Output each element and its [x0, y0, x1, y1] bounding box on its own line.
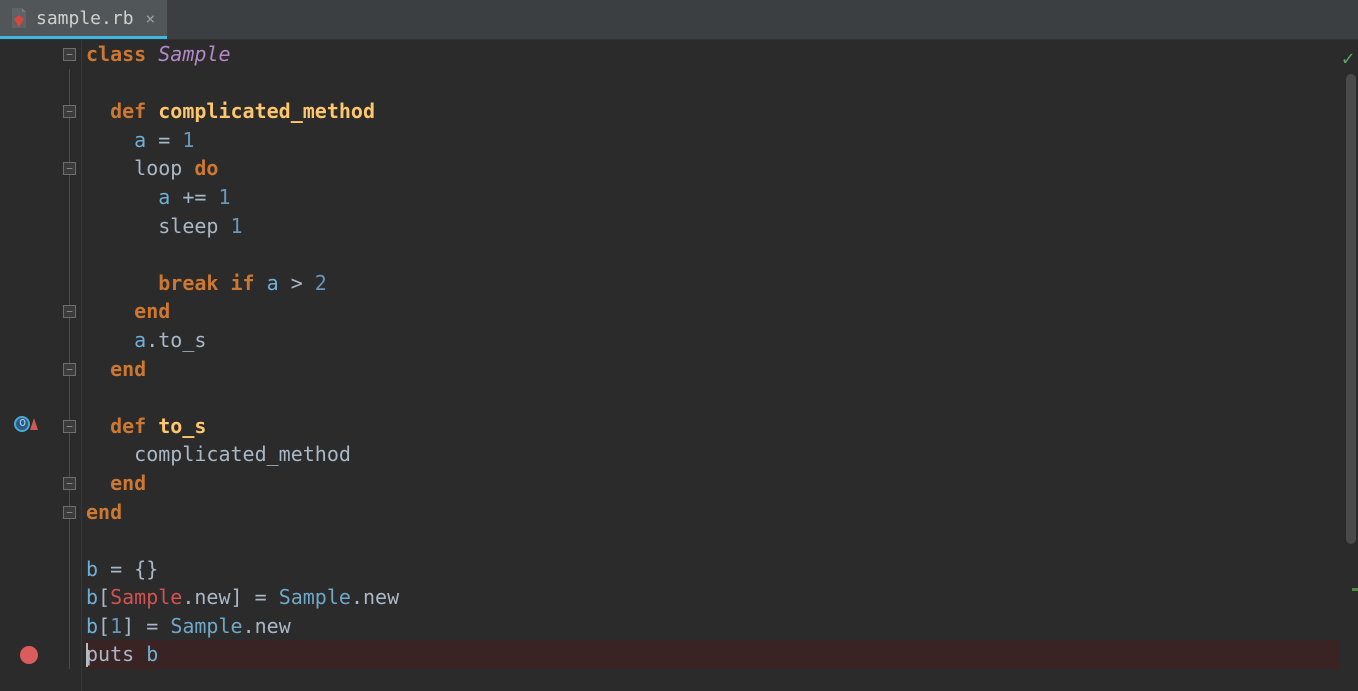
code-line[interactable]: end — [86, 498, 1340, 527]
fold-close-icon[interactable]: − — [63, 477, 76, 490]
code-line[interactable]: b[1] = Sample.new — [86, 612, 1340, 641]
close-icon[interactable]: × — [146, 9, 156, 28]
code-line[interactable]: a += 1 — [86, 183, 1340, 212]
fold-close-icon[interactable]: − — [63, 305, 76, 318]
breakpoint-icon[interactable] — [20, 646, 38, 664]
fold-close-icon[interactable]: − — [63, 506, 76, 519]
code-line[interactable]: a.to_s — [86, 326, 1340, 355]
code-area[interactable]: class Sample def complicated_method a = … — [82, 40, 1340, 691]
code-line[interactable]: def complicated_method — [86, 97, 1340, 126]
scrollbar-thumb[interactable] — [1346, 74, 1356, 544]
fold-open-icon[interactable]: − — [63, 48, 76, 61]
tab-bar: sample.rb × — [0, 0, 1358, 40]
code-line[interactable]: break if a > 2 — [86, 269, 1340, 298]
code-line[interactable]: class Sample — [86, 40, 1340, 69]
code-line[interactable]: b = {} — [86, 555, 1340, 584]
analysis-ok-icon: ✓ — [1342, 46, 1354, 70]
code-line[interactable] — [86, 383, 1340, 412]
code-line[interactable]: end — [86, 469, 1340, 498]
gutter[interactable]: − − − − − − − − — [0, 40, 82, 691]
code-line[interactable] — [86, 69, 1340, 98]
code-line[interactable]: end — [86, 297, 1340, 326]
fold-open-icon[interactable]: − — [63, 420, 76, 433]
scrollbar-area[interactable]: ✓ — [1340, 40, 1358, 691]
file-tab[interactable]: sample.rb × — [0, 0, 167, 39]
fold-close-icon[interactable]: − — [63, 363, 76, 376]
editor[interactable]: − − − − − − − − class Sample def complicated_me… — [0, 40, 1358, 691]
code-line[interactable]: end — [86, 355, 1340, 384]
code-line[interactable]: complicated_method — [86, 440, 1340, 469]
code-line[interactable]: def to_s — [86, 412, 1340, 441]
scroll-marker — [1352, 588, 1358, 591]
code-line[interactable]: b[Sample.new] = Sample.new — [86, 583, 1340, 612]
code-line[interactable]: loop do — [86, 154, 1340, 183]
code-line[interactable] — [86, 240, 1340, 269]
code-line[interactable] — [86, 526, 1340, 555]
code-line[interactable]: puts b — [86, 640, 1340, 669]
fold-open-icon[interactable]: − — [63, 105, 76, 118]
ruby-file-icon — [10, 7, 28, 29]
code-line[interactable]: sleep 1 — [86, 212, 1340, 241]
fold-open-icon[interactable]: − — [63, 162, 76, 175]
override-method-icon[interactable] — [14, 416, 38, 432]
tab-filename: sample.rb — [36, 8, 134, 29]
code-line[interactable]: a = 1 — [86, 126, 1340, 155]
